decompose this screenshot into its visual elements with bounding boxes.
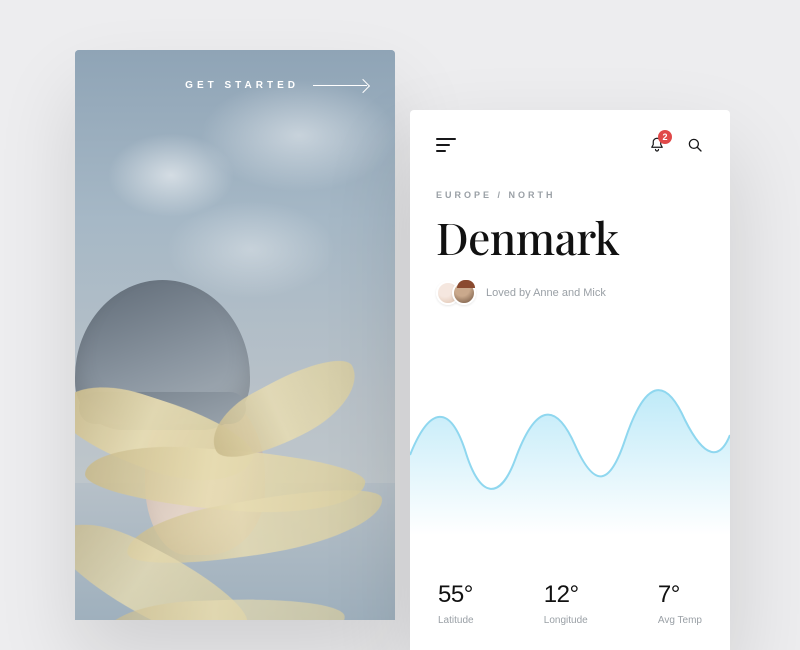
onboarding-screen: GET STARTED bbox=[75, 50, 395, 620]
get-started-button[interactable]: GET STARTED bbox=[185, 80, 367, 91]
avatar[interactable] bbox=[452, 281, 476, 305]
stat-latitude: 55° Latitude bbox=[438, 581, 474, 626]
page-title: Denmark bbox=[410, 200, 730, 267]
loved-by-text: Loved by Anne and Mick bbox=[486, 287, 606, 299]
loved-by-row: Loved by Anne and Mick bbox=[410, 267, 730, 305]
stat-label: Longitude bbox=[544, 615, 588, 626]
search-icon bbox=[686, 136, 704, 154]
stat-value: 55° bbox=[438, 581, 474, 609]
geo-stats: 55° Latitude 12° Longitude 7° Avg Temp bbox=[410, 581, 730, 626]
menu-button[interactable] bbox=[436, 138, 456, 152]
hero-horizon bbox=[75, 483, 395, 620]
top-bar: 2 bbox=[410, 110, 730, 154]
stat-longitude: 12° Longitude bbox=[544, 581, 588, 626]
notifications-button[interactable]: 2 bbox=[648, 136, 666, 154]
stat-label: Latitude bbox=[438, 615, 474, 626]
avatar-stack bbox=[436, 281, 476, 305]
stat-value: 12° bbox=[544, 581, 588, 609]
stat-label: Avg Temp bbox=[658, 615, 702, 626]
stat-value: 7° bbox=[658, 581, 702, 609]
get-started-label: GET STARTED bbox=[185, 80, 299, 91]
stat-avg-temp: 7° Avg Temp bbox=[658, 581, 702, 626]
arrow-right-icon bbox=[313, 85, 367, 86]
breadcrumb: EUROPE / NORTH bbox=[410, 154, 730, 200]
search-button[interactable] bbox=[686, 136, 704, 154]
trend-wave bbox=[410, 365, 730, 535]
app-showcase: GET STARTED 2 bbox=[0, 0, 800, 600]
destination-detail-screen: 2 EUROPE / NORTH Denmark Loved by Anne a… bbox=[410, 110, 730, 650]
notifications-badge: 2 bbox=[658, 130, 672, 144]
